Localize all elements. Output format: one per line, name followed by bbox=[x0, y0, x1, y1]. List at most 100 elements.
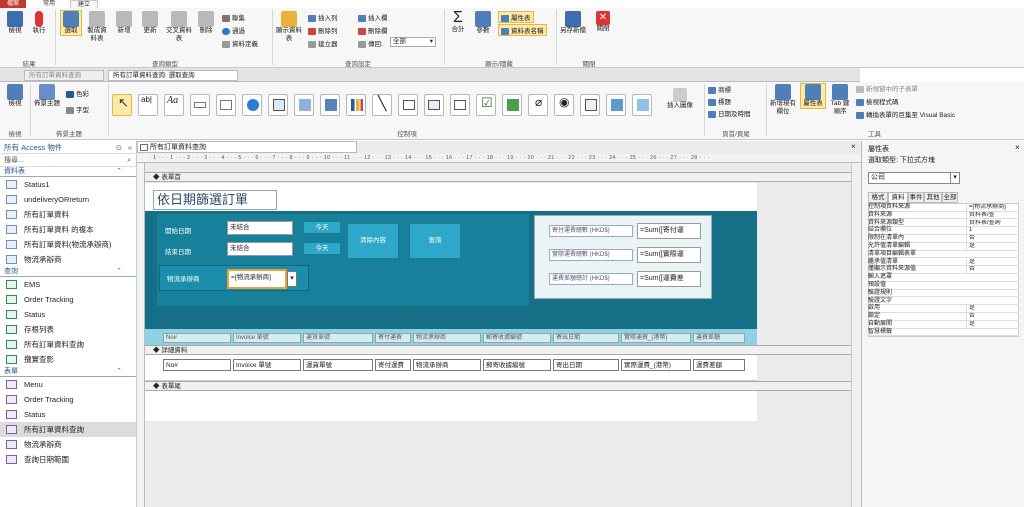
form-title-label[interactable]: 依日期篩選訂單 bbox=[153, 190, 277, 210]
toggle-control[interactable] bbox=[398, 94, 418, 116]
tab-create[interactable]: 建立 bbox=[70, 0, 98, 8]
detail-section-bar[interactable]: ◆ 詳細資料 bbox=[145, 345, 861, 355]
tab-control[interactable] bbox=[216, 94, 236, 116]
column-header[interactable]: 寄出日期 bbox=[553, 333, 619, 343]
tab-home[interactable]: 常用 bbox=[36, 0, 62, 8]
property-row[interactable]: 結合欄位 1 bbox=[868, 227, 1019, 235]
close-icon[interactable]: × bbox=[1015, 143, 1020, 152]
today-start-button[interactable]: 今天 bbox=[303, 221, 341, 234]
end-date-field[interactable]: 未結合 bbox=[227, 242, 293, 256]
tab-all[interactable]: 全部 bbox=[942, 192, 958, 203]
property-row[interactable]: 僅顯示資料來源值 否 bbox=[868, 266, 1019, 274]
collapse-icon[interactable]: « bbox=[128, 141, 132, 154]
design-view-button[interactable]: 檢視 bbox=[4, 84, 26, 108]
property-value[interactable]: 否 bbox=[966, 266, 1019, 274]
nav-item[interactable]: Order Tracking bbox=[0, 292, 136, 307]
crosstab-button[interactable]: 交叉資料表 bbox=[166, 11, 192, 43]
update-button[interactable]: 更新 bbox=[140, 11, 160, 35]
nav-item[interactable]: 所有訂單資料查詢 bbox=[0, 422, 136, 437]
option-button-control[interactable]: ◉ bbox=[554, 94, 574, 116]
nav-item[interactable]: 所有訂單資料(物流承辦商) bbox=[0, 237, 136, 252]
property-value[interactable]: 1 bbox=[966, 227, 1019, 235]
nav-section-header[interactable]: 表單 ⌃ bbox=[0, 367, 136, 377]
hyperlink-control[interactable] bbox=[242, 94, 262, 116]
sum-field[interactable]: =Sum([寄付運 bbox=[637, 223, 701, 239]
subform-new-window-button[interactable]: 新視窗中的子表單 bbox=[856, 83, 918, 93]
property-row[interactable]: 預設值 bbox=[868, 282, 1019, 290]
tab-format[interactable]: 格式 bbox=[868, 192, 888, 203]
data-definition-button[interactable]: 資料定義 bbox=[222, 38, 258, 48]
detail-field[interactable]: 運費差額 bbox=[693, 359, 745, 371]
property-row[interactable]: 控制項資料來源 =[物流承辦商] bbox=[868, 204, 1019, 212]
detail-field[interactable]: 物流承辦商 bbox=[413, 359, 481, 371]
column-header[interactable]: Invoice 單號 bbox=[233, 333, 301, 343]
object-select[interactable]: 公司 ▾ bbox=[868, 172, 960, 184]
detail-field[interactable]: No# bbox=[163, 359, 231, 371]
web-browser-control[interactable] bbox=[268, 94, 288, 116]
checkbox-control[interactable]: ☑ bbox=[476, 94, 496, 116]
fonts-button[interactable]: 字型 bbox=[66, 104, 89, 114]
view-code-button[interactable]: 檢視程式碼 bbox=[856, 96, 899, 106]
navigation-control[interactable] bbox=[294, 94, 314, 116]
column-header[interactable]: 實際運費_(港幣) bbox=[621, 333, 691, 343]
property-row[interactable]: 限制在清單內 否 bbox=[868, 235, 1019, 243]
detail-field[interactable]: 郵寄收據編號 bbox=[483, 359, 551, 371]
nav-item[interactable]: EMS bbox=[0, 277, 136, 292]
clear-button[interactable]: 清除內容 bbox=[347, 223, 399, 259]
view-button[interactable]: 檢視 bbox=[4, 11, 26, 35]
property-row[interactable]: 驗證文字 bbox=[868, 298, 1019, 306]
themes-button[interactable]: 佈景主題 bbox=[34, 84, 60, 108]
append-button[interactable]: 新增 bbox=[114, 11, 134, 35]
label-control[interactable]: Aa bbox=[164, 94, 184, 116]
nav-item[interactable]: Status bbox=[0, 307, 136, 322]
attachment-control[interactable]: ⌀ bbox=[528, 94, 548, 116]
delete-rows-button[interactable]: 刪除列 bbox=[308, 25, 338, 35]
nav-search-input[interactable]: 搜尋... ⌕ bbox=[0, 154, 136, 167]
option-group-control[interactable] bbox=[320, 94, 340, 116]
column-header[interactable]: 物流承辦商 bbox=[413, 333, 481, 343]
column-header[interactable]: No# bbox=[163, 333, 231, 343]
property-row[interactable]: 智慧標籤 bbox=[868, 329, 1019, 337]
vertical-scrollbar[interactable] bbox=[851, 163, 861, 507]
detail-field[interactable]: Invoice 單號 bbox=[233, 359, 301, 371]
column-header[interactable]: 寄付運費 bbox=[375, 333, 411, 343]
nav-section-header[interactable]: 查詢 ⌃ bbox=[0, 267, 136, 277]
tab-event[interactable]: 事件 bbox=[908, 192, 924, 203]
doc-tab-form[interactable]: 所有訂單資料查詢 bbox=[24, 70, 104, 81]
save-as-button[interactable]: 另存新檔 bbox=[560, 11, 586, 35]
nav-item[interactable]: 查詢日期範圍 bbox=[0, 452, 136, 467]
subform-control[interactable] bbox=[580, 94, 600, 116]
button-control[interactable] bbox=[190, 94, 210, 116]
select-pointer-control[interactable]: ↖ bbox=[112, 94, 132, 116]
sum-field[interactable]: =Sum([實際運 bbox=[637, 247, 701, 263]
property-value[interactable]: 是 bbox=[966, 258, 1019, 267]
close-button[interactable]: ✕ 關閉 bbox=[592, 11, 614, 33]
nav-item[interactable]: 物流承辦商 bbox=[0, 437, 136, 452]
nav-item[interactable]: 攬實查影 bbox=[0, 352, 136, 367]
property-value[interactable]: 資料表/查 bbox=[966, 211, 1019, 220]
property-row[interactable]: 驗證規則 bbox=[868, 290, 1019, 298]
rectangle-control[interactable] bbox=[450, 94, 470, 116]
form-footer-section[interactable] bbox=[145, 391, 757, 421]
property-row[interactable]: 資料來源 資料表/查 bbox=[868, 211, 1019, 220]
doc-tab-query[interactable]: 所有訂單資料查詢: 選取查詢 bbox=[108, 70, 238, 81]
insert-columns-button[interactable]: 插入欄 bbox=[358, 12, 388, 22]
table-names-toggle[interactable]: 資料表名稱 bbox=[498, 24, 547, 36]
select-query-button[interactable]: 選取 bbox=[60, 10, 82, 36]
parameters-button[interactable]: 參數 bbox=[472, 11, 494, 35]
tab-file[interactable]: 檔案 bbox=[0, 0, 26, 8]
nav-item[interactable]: 所有訂單資料 的複本 bbox=[0, 222, 136, 237]
nav-item[interactable]: undeliveryORreturn bbox=[0, 192, 136, 207]
chart-control[interactable] bbox=[346, 94, 366, 116]
nav-item[interactable]: Status bbox=[0, 407, 136, 422]
column-header[interactable]: 運貨單號 bbox=[303, 333, 373, 343]
close-icon[interactable]: × bbox=[851, 142, 856, 151]
today-end-button[interactable]: 今天 bbox=[303, 242, 341, 255]
form-header-bar[interactable]: ◆ 表單首 bbox=[145, 172, 861, 182]
chevron-down-icon[interactable]: ▾ bbox=[287, 271, 297, 287]
nav-item[interactable]: Menu bbox=[0, 377, 136, 392]
unbound-object-control[interactable] bbox=[502, 94, 522, 116]
delete-query-button[interactable]: 刪除 bbox=[196, 11, 216, 35]
listbox-control[interactable] bbox=[424, 94, 444, 116]
property-value[interactable]: =[物流承辦商] bbox=[966, 204, 1019, 212]
